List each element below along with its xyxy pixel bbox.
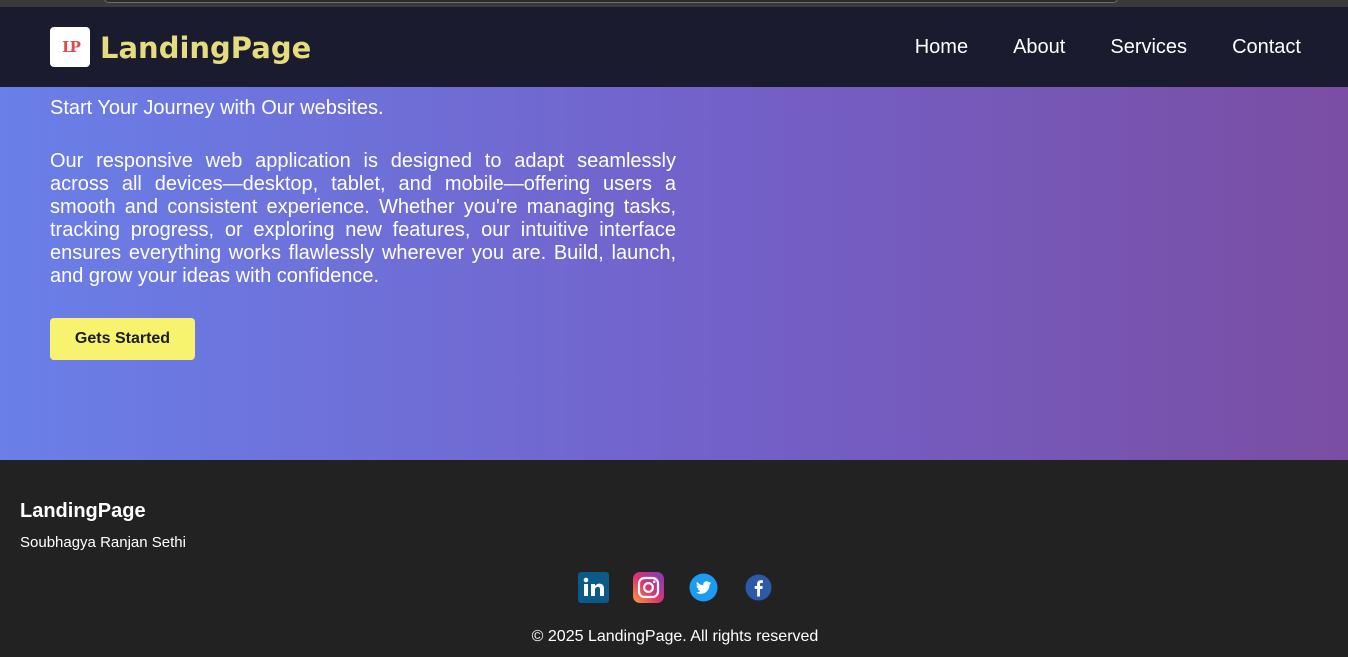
instagram-icon[interactable] xyxy=(633,572,664,603)
browser-chrome-strip xyxy=(0,0,1348,7)
social-links xyxy=(578,572,774,603)
logo-icon[interactable]: LP xyxy=(50,27,90,67)
nav-about-link[interactable]: About xyxy=(1013,36,1065,58)
hero-tagline: Start Your Journey with Our websites. xyxy=(50,97,384,119)
nav-services-link[interactable]: Services xyxy=(1110,36,1187,58)
address-bar-edge[interactable] xyxy=(104,0,1118,3)
navbar: LP LandingPage Home About Services Conta… xyxy=(0,7,1348,87)
footer-brand: LandingPage xyxy=(20,500,146,522)
facebook-icon[interactable] xyxy=(743,572,774,603)
twitter-icon[interactable] xyxy=(688,572,719,603)
brand-name[interactable]: LandingPage xyxy=(100,32,311,64)
copyright-text: © 2025 LandingPage. All rights reserved xyxy=(531,628,819,645)
get-started-button[interactable]: Gets Started xyxy=(50,318,195,360)
linkedin-icon[interactable] xyxy=(578,572,609,603)
nav-contact-link[interactable]: Contact xyxy=(1232,36,1301,58)
footer-author: Soubhagya Ranjan Sethi xyxy=(20,534,186,551)
logo-text: LP xyxy=(62,38,81,56)
nav-home-link[interactable]: Home xyxy=(915,36,968,58)
footer: LandingPage Soubhagya Ranjan Sethi © 202… xyxy=(0,460,1348,657)
hero-section: Start Your Journey with Our websites. Ou… xyxy=(0,87,1348,460)
hero-description: Our responsive web application is design… xyxy=(50,150,676,287)
main-nav: Home About Services Contact xyxy=(870,36,1301,58)
